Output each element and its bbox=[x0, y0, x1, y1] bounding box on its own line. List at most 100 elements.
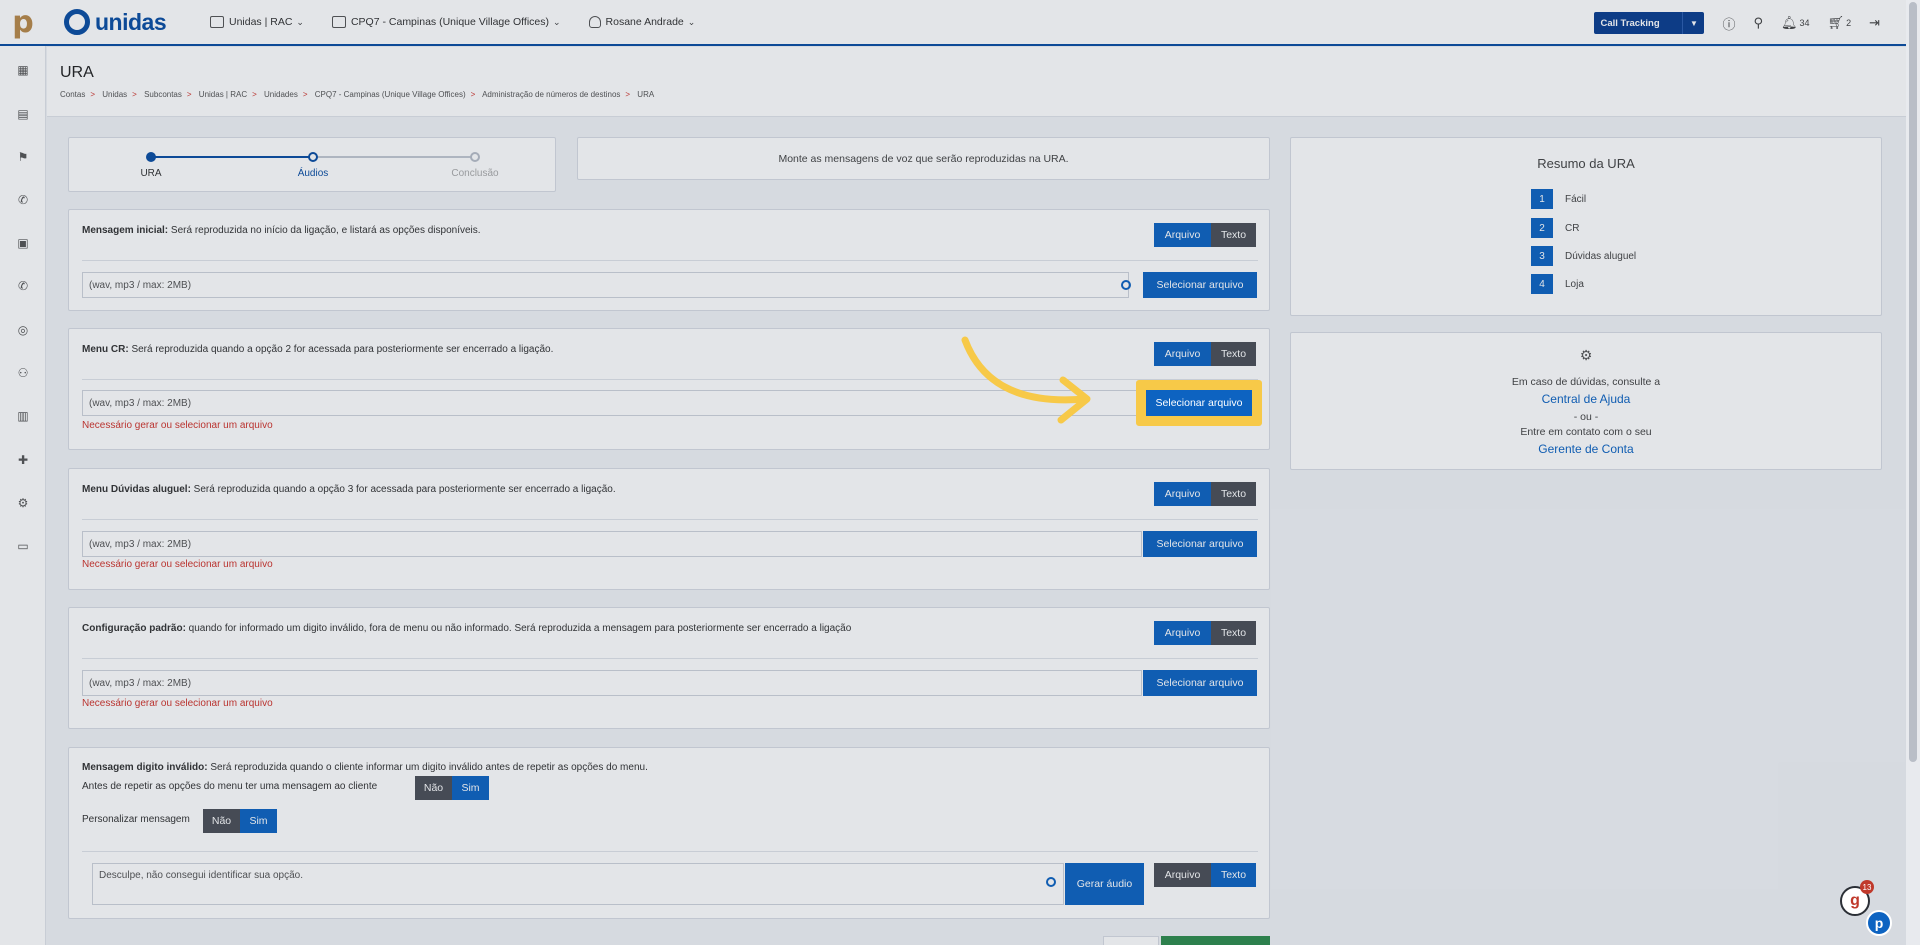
text-mode-button[interactable]: Texto bbox=[1211, 621, 1256, 645]
call-tracking-button[interactable]: Call Tracking ▼ bbox=[1594, 12, 1705, 34]
text-mode-button[interactable]: Texto bbox=[1211, 863, 1256, 887]
store-icon[interactable]: ▭ bbox=[16, 540, 30, 552]
top-bar: p unidas Unidas | RAC ⌄ CPQ7 - Campinas … bbox=[0, 0, 1906, 46]
flag-icon[interactable]: ⚑ bbox=[16, 151, 30, 163]
book-icon[interactable]: ▥ bbox=[16, 410, 30, 422]
assistant-button[interactable]: p bbox=[1866, 910, 1892, 936]
help-center-link[interactable]: Central de Ajuda bbox=[1291, 392, 1881, 406]
breadcrumb-item[interactable]: Unidas bbox=[102, 90, 127, 99]
file-mode-button[interactable]: Arquivo bbox=[1154, 621, 1211, 645]
text-mode-button[interactable]: Texto bbox=[1211, 223, 1256, 247]
users-icon[interactable]: ⚇ bbox=[16, 367, 30, 379]
breadcrumb-item[interactable]: CPQ7 - Campinas (Unique Village Offices) bbox=[315, 90, 466, 99]
no-button[interactable]: Não bbox=[203, 809, 240, 833]
info-text: Monte as mensagens de voz que serão repr… bbox=[778, 152, 1069, 165]
help-icon[interactable]: ⓘ bbox=[1722, 14, 1735, 33]
breadcrumb-item[interactable]: Unidas | RAC bbox=[199, 90, 247, 99]
file-input[interactable]: (wav, mp3 / max: 2MB) bbox=[82, 531, 1142, 557]
next-button[interactable] bbox=[1161, 936, 1270, 945]
notifications-button[interactable]: 🔔︎ 34 bbox=[1781, 15, 1810, 31]
stepper-pending-line bbox=[313, 156, 475, 158]
file-mode-button[interactable]: Arquivo bbox=[1154, 863, 1211, 887]
customize-toggle: Não Sim bbox=[203, 809, 277, 833]
summary-item[interactable]: 1 Fácil bbox=[1531, 189, 1586, 209]
select-file-button[interactable]: Selecionar arquivo bbox=[1143, 272, 1257, 298]
summary-number: 1 bbox=[1531, 189, 1553, 209]
building-icon[interactable]: ▤ bbox=[16, 108, 30, 120]
summary-item[interactable]: 2 CR bbox=[1531, 218, 1579, 238]
or-text: - ou - bbox=[1573, 411, 1599, 423]
breadcrumb-item[interactable]: Contas bbox=[60, 90, 85, 99]
chevron-down-icon: ⌄ bbox=[296, 16, 304, 27]
step-dot-ura[interactable] bbox=[146, 152, 156, 162]
select-file-button[interactable]: Selecionar arquivo bbox=[1143, 531, 1257, 557]
yes-button[interactable]: Sim bbox=[452, 776, 489, 800]
caret-down-icon[interactable]: ▼ bbox=[1682, 12, 1704, 34]
file-mode-button[interactable]: Arquivo bbox=[1154, 482, 1211, 506]
chevron-down-icon: ⌄ bbox=[553, 16, 561, 27]
section-initial-message: Mensagem inicial: Será reproduzida no in… bbox=[68, 209, 1270, 311]
tutorial-arrow-icon bbox=[961, 336, 1091, 424]
step-label-ura: URA bbox=[140, 168, 162, 179]
section-menu-duvidas: Menu Dúvidas aluguel: Será reproduzida q… bbox=[68, 468, 1270, 590]
cart-button[interactable]: 🛒︎ 2 bbox=[1828, 15, 1852, 31]
brand-name: unidas bbox=[95, 9, 167, 35]
error-message: Necessário gerar ou selecionar um arquiv… bbox=[82, 698, 273, 709]
search-icon[interactable]: ⚲ bbox=[1754, 15, 1764, 31]
scrollbar[interactable] bbox=[1906, 0, 1920, 945]
play-icon[interactable] bbox=[1121, 280, 1131, 290]
message-textarea[interactable]: Desculpe, não consegui identificar sua o… bbox=[92, 863, 1064, 905]
unit-selector[interactable]: CPQ7 - Campinas (Unique Village Offices)… bbox=[331, 16, 561, 28]
step-label-conclusao: Conclusão bbox=[451, 168, 499, 179]
file-input[interactable]: (wav, mp3 / max: 2MB) bbox=[82, 670, 1142, 696]
scrollbar-thumb[interactable] bbox=[1909, 2, 1917, 762]
puzzle-icon[interactable]: ✚ bbox=[16, 454, 30, 466]
generate-audio-button[interactable]: Gerar áudio bbox=[1065, 863, 1144, 905]
account-selector[interactable]: Unidas | RAC ⌄ bbox=[210, 16, 304, 28]
file-mode-button[interactable]: Arquivo bbox=[1154, 342, 1211, 366]
mode-toggle: Arquivo Texto bbox=[1154, 621, 1256, 645]
brand-logo[interactable]: unidas bbox=[64, 9, 182, 35]
file-input[interactable]: (wav, mp3 / max: 2MB) bbox=[82, 272, 1129, 298]
user-menu[interactable]: Rosane Andrade ⌄ bbox=[588, 16, 695, 28]
target-icon[interactable]: ◎ bbox=[16, 324, 30, 336]
user-icon bbox=[588, 16, 601, 28]
no-button[interactable]: Não bbox=[415, 776, 452, 800]
section-title: Menu Dúvidas aluguel: Será reproduzida q… bbox=[82, 484, 616, 495]
text-mode-button[interactable]: Texto bbox=[1211, 342, 1256, 366]
mode-toggle: Arquivo Texto bbox=[1154, 863, 1256, 887]
select-file-button[interactable]: Selecionar arquivo bbox=[1143, 670, 1257, 696]
gear-icon[interactable]: ⚙ bbox=[16, 497, 30, 509]
step-dot-audios[interactable] bbox=[308, 152, 318, 162]
play-icon[interactable] bbox=[1046, 877, 1056, 887]
phone-icon[interactable]: ✆ bbox=[16, 194, 30, 206]
summary-item[interactable]: 4 Loja bbox=[1531, 274, 1584, 294]
back-button[interactable] bbox=[1103, 936, 1159, 945]
step-dot-conclusao[interactable] bbox=[470, 152, 480, 162]
phone-call-icon[interactable]: ✆ bbox=[16, 280, 30, 292]
select-file-button-highlighted[interactable]: Selecionar arquivo bbox=[1146, 390, 1252, 416]
summary-label: CR bbox=[1565, 222, 1580, 234]
breadcrumb-item[interactable]: Administração de números de destinos bbox=[482, 90, 620, 99]
breadcrumb-item[interactable]: Unidades bbox=[264, 90, 298, 99]
file-mode-button[interactable]: Arquivo bbox=[1154, 223, 1211, 247]
breadcrumb-item[interactable]: Subcontas bbox=[144, 90, 182, 99]
summary-label: Dúvidas aluguel bbox=[1565, 250, 1637, 262]
page-header: URA Contas > Unidas > Subcontas > Unidas | … bbox=[47, 47, 1906, 117]
logout-icon[interactable]: ⇥ bbox=[1869, 15, 1880, 31]
section-title: Mensagem inicial: Será reproduzida no in… bbox=[82, 225, 481, 236]
yes-button[interactable]: Sim bbox=[240, 809, 277, 833]
stepper-progress-line bbox=[151, 156, 313, 158]
contact-card-icon[interactable]: ▣ bbox=[16, 237, 30, 249]
account-manager-link[interactable]: Gerente de Conta bbox=[1291, 442, 1881, 456]
dashboard-icon[interactable]: ▦ bbox=[16, 64, 30, 76]
step-label-audios: Áudios bbox=[297, 168, 329, 179]
summary-title: Resumo da URA bbox=[1537, 156, 1635, 171]
app-logo[interactable]: p bbox=[0, 0, 46, 44]
bell-icon: 🔔︎ bbox=[1781, 15, 1798, 30]
section-invalid-digit: Mensagem digito inválido: Será reproduzi… bbox=[68, 747, 1270, 919]
account-label: Unidas | RAC bbox=[229, 16, 293, 28]
summary-item[interactable]: 3 Dúvidas aluguel bbox=[1531, 246, 1636, 266]
help-text: Em caso de dúvidas, consulte a bbox=[1511, 376, 1661, 388]
text-mode-button[interactable]: Texto bbox=[1211, 482, 1256, 506]
